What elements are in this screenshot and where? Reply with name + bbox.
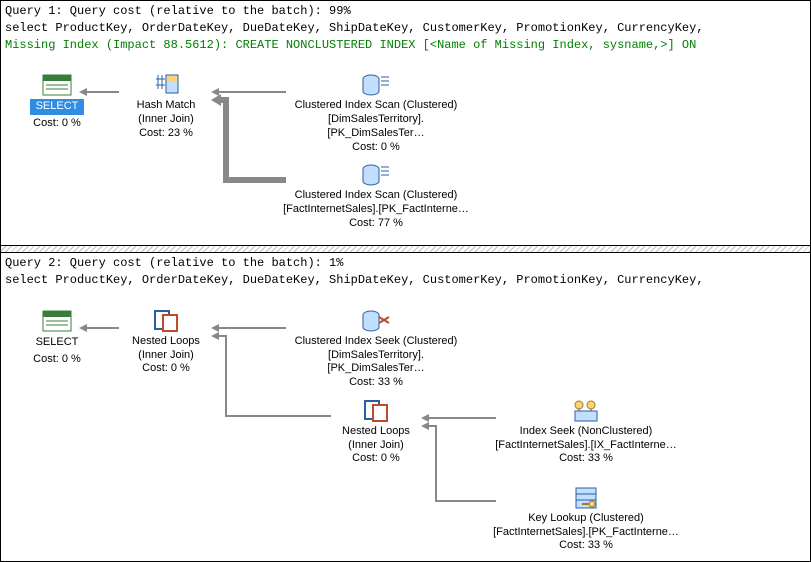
query1-panel: Query 1: Query cost (relative to the bat… xyxy=(0,0,811,246)
key-lookup-cost: Cost: 33 % xyxy=(491,539,681,553)
nested-loops-1-cost: Cost: 0 % xyxy=(116,362,216,376)
clustered-seek-territory-node[interactable]: Clustered Index Seek (Clustered) [DimSal… xyxy=(281,309,471,390)
clustered-index-scan-icon xyxy=(360,163,392,187)
missing-index-hint[interactable]: Missing Index (Impact 88.5612): CREATE N… xyxy=(5,37,806,54)
select-node[interactable]: SELECT Cost: 0 % xyxy=(7,73,107,131)
nested-loops-icon xyxy=(360,399,392,423)
arrow-scantop-to-hashmatch xyxy=(211,87,286,97)
scan-sales-title: Clustered Index Scan (Clustered) xyxy=(281,189,471,203)
clustered-scan-sales-node[interactable]: Clustered Index Scan (Clustered) [FactIn… xyxy=(281,163,471,230)
scan-sales-sub: [FactInternetSales].[PK_FactInterne… xyxy=(281,203,471,217)
seek-nc-sub: [FactInternetSales].[IX_FactInterne… xyxy=(491,439,681,453)
nested-loops-2-cost: Cost: 0 % xyxy=(326,452,426,466)
query2-sql-line: select ProductKey, OrderDateKey, DueDate… xyxy=(5,272,806,289)
arrow-scanbottom-to-hashmatch xyxy=(211,90,286,185)
hash-match-sub: (Inner Join) xyxy=(116,113,216,127)
arrow-seektop-to-loops1 xyxy=(211,323,286,333)
scan-territory-sub: [DimSalesTerritory].[PK_DimSalesTer… xyxy=(281,113,471,141)
hash-match-node[interactable]: Hash Match (Inner Join) Cost: 23 % xyxy=(116,73,216,140)
hash-match-icon xyxy=(150,73,182,97)
seek-nc-cost: Cost: 33 % xyxy=(491,452,681,466)
arrow-keylookup-to-loops2 xyxy=(421,416,496,506)
query1-cost-line: Query 1: Query cost (relative to the bat… xyxy=(5,3,806,20)
scan-territory-title: Clustered Index Scan (Clustered) xyxy=(281,99,471,113)
select-icon xyxy=(41,73,73,97)
nested-loops-1-title: Nested Loops xyxy=(116,335,216,349)
nested-loops-1-sub: (Inner Join) xyxy=(116,349,216,363)
nested-loops-2-node[interactable]: Nested Loops (Inner Join) Cost: 0 % xyxy=(326,399,426,466)
index-seek-nonclustered-icon xyxy=(570,399,602,423)
nested-loops-2-sub: (Inner Join) xyxy=(326,439,426,453)
hash-match-title: Hash Match xyxy=(116,99,216,113)
select-cost: Cost: 0 % xyxy=(7,117,107,131)
query2-cost-line: Query 2: Query cost (relative to the bat… xyxy=(5,255,806,272)
query1-plan: SELECT Cost: 0 % Hash Match (Inner Join)… xyxy=(1,55,810,245)
key-lookup-node[interactable]: Key Lookup (Clustered) [FactInternetSale… xyxy=(491,486,681,553)
scan-sales-cost: Cost: 77 % xyxy=(281,217,471,231)
query1-sql-line: select ProductKey, OrderDateKey, DueDate… xyxy=(5,20,806,37)
nested-loops-1-node[interactable]: Nested Loops (Inner Join) Cost: 0 % xyxy=(116,309,216,376)
select-label: SELECT xyxy=(30,335,85,351)
key-lookup-title: Key Lookup (Clustered) xyxy=(491,512,681,526)
select-label: SELECT xyxy=(30,99,85,115)
query2-panel: Query 2: Query cost (relative to the bat… xyxy=(0,252,811,562)
seek-territory-cost: Cost: 33 % xyxy=(281,376,471,390)
seek-territory-title: Clustered Index Seek (Clustered) xyxy=(281,335,471,349)
select-node[interactable]: SELECT Cost: 0 % xyxy=(7,309,107,367)
scan-territory-cost: Cost: 0 % xyxy=(281,141,471,155)
arrow-seeknc-to-loops2 xyxy=(421,413,496,423)
clustered-index-scan-icon xyxy=(360,73,392,97)
seek-nc-title: Index Seek (NonClustered) xyxy=(491,425,681,439)
hash-match-cost: Cost: 23 % xyxy=(116,127,216,141)
query2-header: Query 2: Query cost (relative to the bat… xyxy=(1,253,810,291)
nested-loops-2-title: Nested Loops xyxy=(326,425,426,439)
index-seek-nonclustered-node[interactable]: Index Seek (NonClustered) [FactInternetS… xyxy=(491,399,681,466)
clustered-index-seek-icon xyxy=(360,309,392,333)
key-lookup-icon xyxy=(570,486,602,510)
nested-loops-icon xyxy=(150,309,182,333)
seek-territory-sub: [DimSalesTerritory].[PK_DimSalesTer… xyxy=(281,349,471,377)
select-icon xyxy=(41,309,73,333)
query2-plan: SELECT Cost: 0 % Nested Loops (Inner Joi… xyxy=(1,291,810,561)
clustered-scan-territory-node[interactable]: Clustered Index Scan (Clustered) [DimSal… xyxy=(281,73,471,154)
select-cost: Cost: 0 % xyxy=(7,353,107,367)
query1-header: Query 1: Query cost (relative to the bat… xyxy=(1,1,810,55)
